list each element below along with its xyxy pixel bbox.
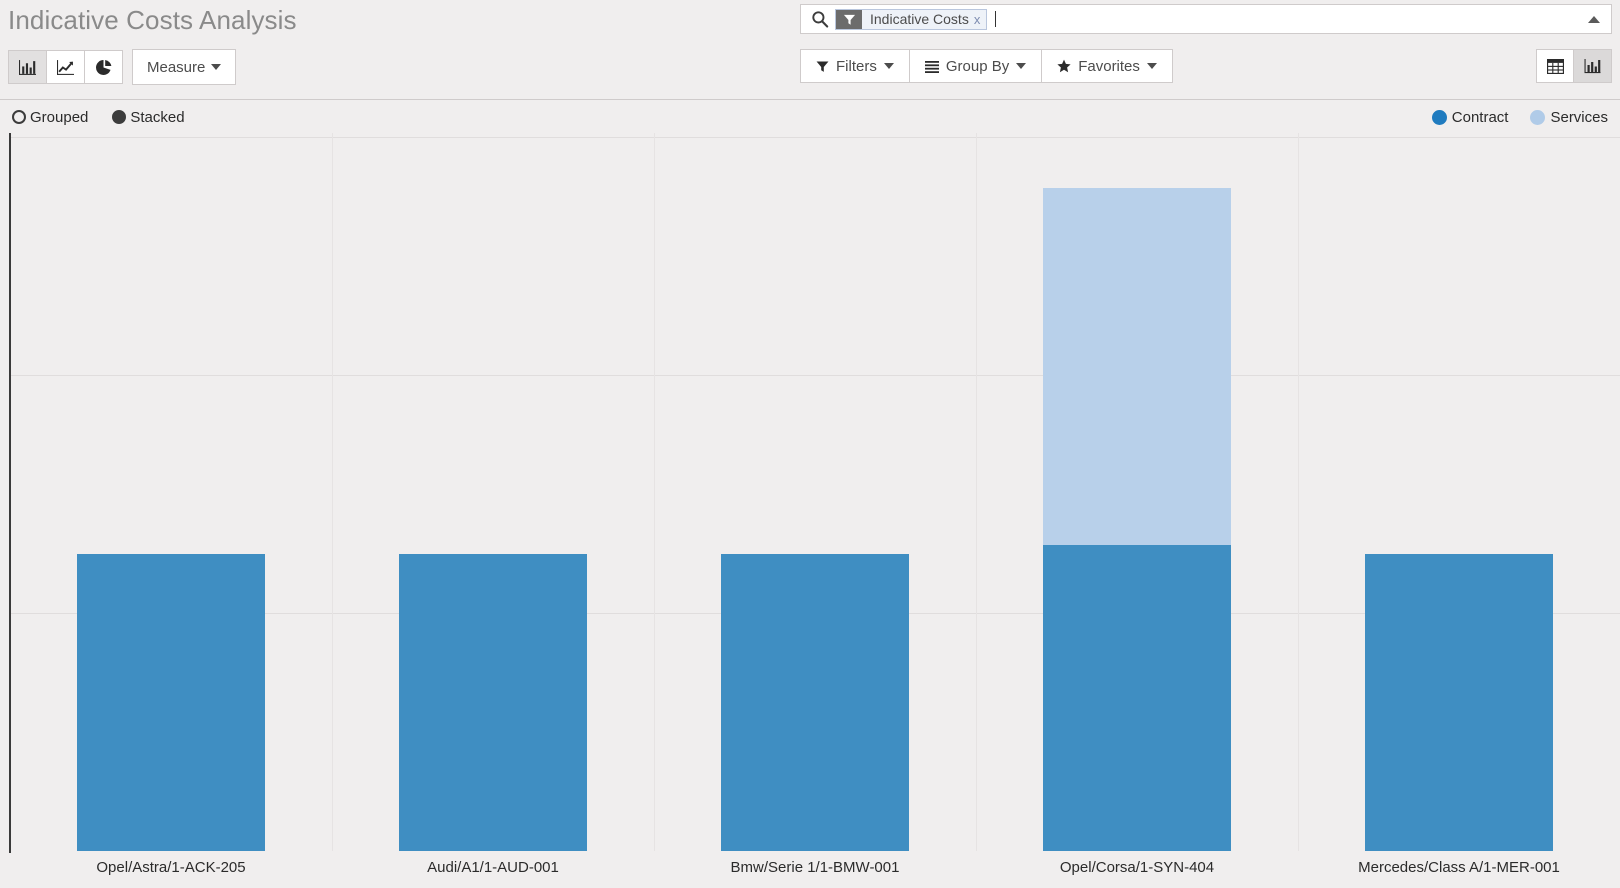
pie-chart-button[interactable] bbox=[85, 50, 123, 84]
chart-bar[interactable] bbox=[1364, 553, 1554, 851]
list-bars-icon bbox=[924, 60, 939, 73]
group-by-dropdown-button[interactable]: Group By bbox=[909, 49, 1043, 83]
search-facet-label: Indicative Costs bbox=[870, 11, 969, 27]
x-axis-label: Mercedes/Class A/1-MER-001 bbox=[1358, 859, 1560, 876]
search-input[interactable] bbox=[996, 10, 1583, 28]
filters-dropdown-button[interactable]: Filters bbox=[800, 49, 910, 83]
search-panel-toggle[interactable] bbox=[1583, 15, 1605, 23]
chart-bar[interactable] bbox=[720, 553, 910, 851]
chart-type-button-group bbox=[8, 50, 123, 84]
filter-icon bbox=[836, 9, 862, 29]
graph-view-button[interactable] bbox=[1574, 49, 1612, 83]
view-switcher bbox=[1536, 49, 1612, 83]
favorites-label: Favorites bbox=[1078, 57, 1140, 75]
chart-vertical-gridline bbox=[654, 133, 655, 851]
legend-swatch-contract bbox=[1431, 109, 1447, 125]
measure-label: Measure bbox=[147, 58, 206, 76]
graph-view-page: Indicative Costs Analysis Measure Indica… bbox=[0, 0, 1620, 888]
line-chart-button[interactable] bbox=[47, 50, 85, 84]
bar-chart-icon bbox=[1584, 58, 1601, 74]
search-options-toolbar: Filters Group By Favorites bbox=[800, 49, 1173, 83]
chart-bar[interactable] bbox=[1042, 187, 1232, 545]
measure-dropdown-button[interactable]: Measure bbox=[132, 49, 237, 85]
chart-bar[interactable] bbox=[76, 553, 266, 851]
chart-vertical-gridline bbox=[976, 133, 977, 851]
radio-grouped[interactable]: Grouped bbox=[12, 109, 88, 126]
stack-mode-radio-group: Grouped Stacked bbox=[12, 109, 185, 126]
legend-item-contract[interactable]: Contract bbox=[1431, 108, 1509, 126]
chart-canvas[interactable]: Opel/Astra/1-ACK-205 Audi/A1/1-AUD-001 Bmw… bbox=[0, 133, 1620, 888]
bar-chart-icon bbox=[19, 59, 36, 76]
x-axis-label: Bmw/Serie 1/1-BMW-001 bbox=[730, 859, 900, 876]
control-panel: Indicative Costs Analysis Measure Indica… bbox=[0, 0, 1620, 100]
legend-item-services[interactable]: Services bbox=[1530, 109, 1608, 126]
chart-options-row: Grouped Stacked Contract Services bbox=[0, 101, 1620, 133]
legend-label-services: Services bbox=[1550, 108, 1608, 126]
y-axis-line bbox=[9, 133, 11, 853]
radio-stacked-dot bbox=[112, 110, 127, 124]
x-axis-label: Audi/A1/1-AUD-001 bbox=[427, 859, 559, 876]
caret-up-icon bbox=[1588, 15, 1600, 23]
chart-plot: Opel/Astra/1-ACK-205 Audi/A1/1-AUD-001 Bmw… bbox=[0, 133, 1620, 888]
chart-bar[interactable] bbox=[1042, 544, 1232, 851]
pivot-view-button[interactable] bbox=[1536, 49, 1574, 83]
close-icon[interactable]: x bbox=[974, 12, 987, 27]
search-input-wrap[interactable] bbox=[987, 5, 1583, 33]
bar-chart-button[interactable] bbox=[8, 50, 47, 84]
star-icon bbox=[1057, 59, 1071, 73]
chevron-down-icon bbox=[883, 63, 894, 69]
chart-gridline bbox=[10, 137, 1620, 138]
chart-type-toolbar: Measure bbox=[8, 49, 237, 85]
group-by-label: Group By bbox=[945, 57, 1010, 75]
line-chart-icon bbox=[57, 59, 74, 76]
chevron-down-icon bbox=[211, 64, 222, 70]
pie-chart-icon bbox=[95, 59, 112, 76]
search-facet[interactable]: Indicative Costs x bbox=[835, 8, 988, 30]
filters-label: Filters bbox=[836, 57, 877, 75]
x-axis-label: Opel/Astra/1-ACK-205 bbox=[96, 859, 246, 876]
chart-gridline bbox=[10, 375, 1620, 376]
chevron-down-icon bbox=[1016, 63, 1027, 69]
chevron-down-icon bbox=[1146, 63, 1157, 69]
radio-grouped-label: Grouped bbox=[30, 108, 89, 126]
search-bar[interactable]: Indicative Costs x bbox=[800, 4, 1612, 34]
x-axis-label: Opel/Corsa/1-SYN-404 bbox=[1059, 859, 1215, 876]
radio-stacked-label: Stacked bbox=[130, 108, 185, 126]
search-icon bbox=[811, 10, 829, 28]
legend-label-contract: Contract bbox=[1451, 108, 1509, 126]
chart-vertical-gridline bbox=[332, 133, 333, 851]
radio-stacked[interactable]: Stacked bbox=[112, 108, 185, 126]
chart-bar[interactable] bbox=[398, 553, 588, 851]
chart-vertical-gridline bbox=[1298, 133, 1299, 851]
funnel-icon bbox=[816, 60, 829, 73]
favorites-dropdown-button[interactable]: Favorites bbox=[1042, 49, 1173, 83]
page-title: Indicative Costs Analysis bbox=[8, 5, 297, 35]
legend-swatch-services bbox=[1530, 109, 1546, 125]
table-icon bbox=[1546, 58, 1564, 74]
radio-grouped-dot bbox=[12, 110, 26, 124]
chart-legend: Contract Services bbox=[1431, 108, 1608, 126]
